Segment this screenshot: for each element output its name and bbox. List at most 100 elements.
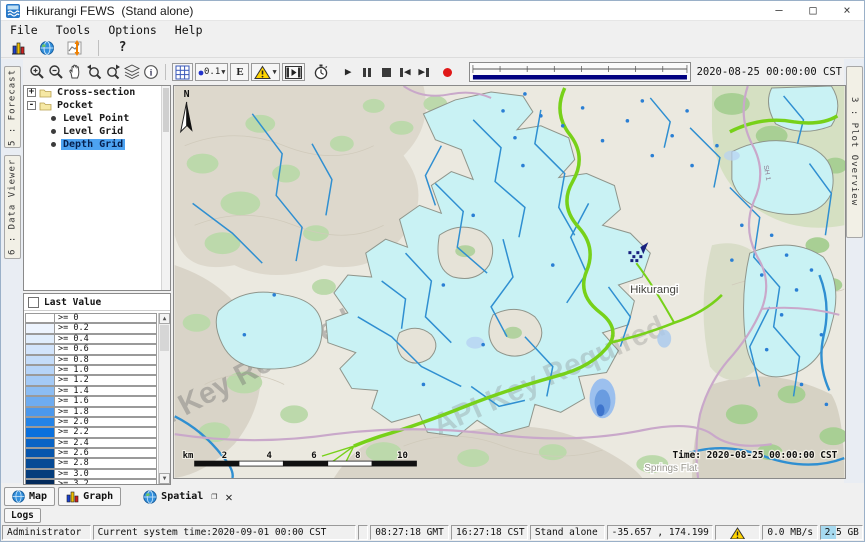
tree-item-pocket[interactable]: - Pocket (24, 99, 170, 112)
legend-row[interactable]: >= 1.8 (25, 407, 157, 417)
legend-label: >= 0 (55, 313, 157, 323)
svg-text:6: 6 (311, 451, 316, 461)
close-button[interactable]: × (830, 1, 864, 20)
zoom-in-icon[interactable] (27, 63, 46, 81)
bottom-tab-bar: Map Graph Spatial ❐ ✕ (4, 486, 861, 507)
legend-swatch (25, 344, 55, 354)
legend-row[interactable]: >= 0.2 (25, 323, 157, 333)
legend-label: >= 2.8 (55, 458, 157, 468)
map-toolbar: i 0.1 ▼ E ▼ ▶ ▶ ▶ (23, 59, 844, 85)
legend-swatch (25, 396, 55, 406)
info-icon[interactable]: i (141, 63, 160, 81)
menu-help[interactable]: Help (166, 23, 212, 37)
labels-button[interactable]: E (230, 63, 249, 81)
legend-label: >= 3.0 (55, 469, 157, 479)
map-display-icon[interactable] (37, 39, 56, 57)
bullet-icon (51, 129, 56, 134)
scroll-down-icon[interactable]: ▼ (159, 473, 170, 484)
explorer-icon[interactable] (9, 39, 28, 57)
legend-row[interactable]: >= 2.8 (25, 458, 157, 468)
spatial-display-icon[interactable] (65, 39, 84, 57)
legend-swatch (25, 407, 55, 417)
timer-icon[interactable] (312, 63, 331, 81)
status-system-time: Current system time:2020-09-01 00:00 CST (93, 525, 357, 540)
folder-open-icon (39, 100, 52, 111)
tree-item-cross-section[interactable]: + Cross-section (24, 86, 170, 99)
zoom-next-icon[interactable] (103, 63, 122, 81)
expand-icon[interactable]: + (27, 88, 36, 97)
animation-window-button[interactable] (282, 63, 305, 81)
legend-header: Last Value (24, 294, 170, 311)
tree-item-level-point[interactable]: Level Point (24, 112, 170, 125)
legend-row[interactable]: >= 2.6 (25, 448, 157, 458)
town-label: Hikurangi (630, 284, 678, 296)
zoom-out-icon[interactable] (46, 63, 65, 81)
tab-graph[interactable]: Graph (58, 487, 121, 506)
legend-panel: Last Value >= 0>= 0.2>= 0.4>= 0.6>= 0.8>… (23, 293, 171, 485)
main-toolbar: ? (1, 38, 864, 58)
tree-item-level-grid[interactable]: Level Grid (24, 125, 170, 138)
tree-item-depth-grid[interactable]: Depth Grid (24, 138, 170, 151)
tab-plot-overview[interactable]: 3 : Plot Overview (846, 66, 863, 238)
legend-row[interactable]: >= 0.8 (25, 355, 157, 365)
app-window: Hikurangi FEWS (Stand alone) – □ × File … (0, 0, 865, 542)
pause-button[interactable] (358, 63, 377, 81)
pan-icon[interactable] (65, 63, 84, 81)
minimize-button[interactable]: – (762, 1, 796, 20)
tab-map[interactable]: Map (4, 487, 55, 506)
tab-data-viewer[interactable]: 6 : Data Viewer (4, 155, 21, 259)
logs-button[interactable]: Logs (4, 508, 41, 523)
record-button[interactable] (438, 63, 457, 81)
play-button[interactable]: ▶ (339, 63, 358, 81)
legend-row[interactable]: >= 3.0 (25, 469, 157, 479)
legend-row[interactable]: >= 2.2 (25, 427, 157, 437)
status-coordinates: -35.657 , 174.199 (607, 525, 713, 540)
help-button[interactable]: ? (113, 39, 132, 57)
legend-row[interactable]: >= 1.4 (25, 386, 157, 396)
status-warning-icon[interactable] (715, 525, 760, 540)
collapse-icon[interactable]: - (27, 101, 36, 110)
legend-label: >= 1.6 (55, 396, 157, 406)
layers-icon[interactable] (122, 63, 141, 81)
last-value-checkbox[interactable] (28, 297, 39, 308)
menu-options[interactable]: Options (99, 23, 165, 37)
memory-label: 2.5 GB (825, 527, 859, 538)
legend-label: >= 3.2 (55, 479, 157, 484)
legend-row[interactable]: >= 3.2 (25, 479, 157, 484)
legend-row[interactable]: >= 2.4 (25, 438, 157, 448)
legend-row[interactable]: >= 1.2 (25, 375, 157, 385)
legend-scrollbar[interactable]: ▲ ▼ (158, 313, 170, 484)
maximize-button[interactable]: □ (796, 1, 830, 20)
menu-file[interactable]: File (1, 23, 47, 37)
tree-scrollbar[interactable] (161, 86, 170, 290)
zoom-previous-icon[interactable] (84, 63, 103, 81)
legend-row[interactable]: >= 2.0 (25, 417, 157, 427)
map-viewport[interactable]: API Key Required API Key Required (173, 85, 846, 479)
tab-forecast[interactable]: 5 : Forecast (4, 66, 21, 148)
globe-icon (143, 490, 157, 504)
menu-tools[interactable]: Tools (47, 23, 100, 37)
grid-toggle-button[interactable] (172, 63, 193, 81)
scroll-up-icon[interactable]: ▲ (159, 313, 170, 324)
svg-text:10: 10 (397, 451, 408, 461)
last-step-button[interactable]: ▶ (415, 63, 434, 81)
tab-graph-label: Graph (83, 491, 113, 502)
legend-label: >= 0.6 (55, 344, 157, 354)
timeline-slider[interactable] (469, 62, 691, 82)
legend-label: >= 2.4 (55, 438, 157, 448)
legend-row[interactable]: >= 0.4 (25, 334, 157, 344)
legend-swatch (25, 438, 55, 448)
legend-row[interactable]: >= 0 (25, 313, 157, 323)
tab-spatial[interactable]: Spatial ❐ ✕ (136, 487, 239, 506)
status-local-time: 16:27:18 CST (451, 525, 528, 540)
legend-row[interactable]: >= 1.0 (25, 365, 157, 375)
first-step-button[interactable]: ▶ (396, 63, 415, 81)
legend-row[interactable]: >= 0.6 (25, 344, 157, 354)
legend-swatch (25, 386, 55, 396)
float-panel-icon[interactable]: ❐ (211, 491, 217, 502)
contour-interval-dropdown[interactable]: 0.1 ▼ (195, 63, 228, 81)
warning-threshold-dropdown[interactable]: ▼ (251, 63, 279, 81)
legend-row[interactable]: >= 1.6 (25, 396, 157, 406)
stop-button[interactable] (377, 63, 396, 81)
close-panel-icon[interactable]: ✕ (225, 490, 232, 504)
